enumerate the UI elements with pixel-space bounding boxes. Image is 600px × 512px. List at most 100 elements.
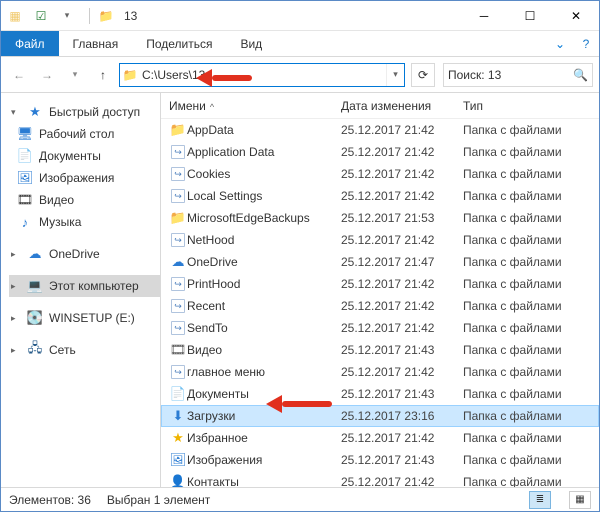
column-date[interactable]: Дата изменения <box>341 99 463 113</box>
file-type: Папка с файлами <box>463 365 599 379</box>
navitem-label: OneDrive <box>49 247 100 261</box>
navitem-pictures[interactable]: 🖼 Изображения <box>9 167 160 189</box>
quick-access-toolbar: ▦ ☑ ▾ 📁 <box>7 8 120 24</box>
file-type: Папка с файлами <box>463 409 599 423</box>
search-placeholder: Поиск: 13 <box>448 68 501 82</box>
column-name[interactable]: Имени^ <box>169 99 341 113</box>
downloads-icon: ⬇ <box>169 408 187 424</box>
file-date: 25.12.2017 21:42 <box>341 431 463 445</box>
tab-share[interactable]: Поделиться <box>132 31 226 56</box>
file-date: 25.12.2017 21:42 <box>341 365 463 379</box>
navitem-quick-access[interactable]: ▾ ★ Быстрый доступ <box>9 101 160 123</box>
documents-icon: 📄 <box>17 148 33 164</box>
address-bar[interactable]: 📁 ▾ <box>119 63 405 87</box>
navitem-desktop[interactable]: 🖥 Рабочий стол <box>9 123 160 145</box>
file-row[interactable]: ★Избранное25.12.2017 21:42Папка с файлам… <box>161 427 599 449</box>
chevron-right-icon[interactable]: ▸ <box>11 249 21 260</box>
file-row[interactable]: ↪Recent25.12.2017 21:42Папка с файлами <box>161 295 599 317</box>
file-name: Видео <box>187 343 341 357</box>
body-split: ▾ ★ Быстрый доступ 🖥 Рабочий стол 📄 Доку… <box>1 93 599 487</box>
address-input[interactable] <box>140 64 386 86</box>
help-icon[interactable]: ? <box>573 31 599 56</box>
file-list-area: Имени^ Дата изменения Тип 📁AppData25.12.… <box>161 93 599 487</box>
minimize-button[interactable]: ─ <box>461 1 507 31</box>
nav-history-dropdown[interactable]: ▾ <box>63 63 87 87</box>
navitem-label: Рабочий стол <box>39 127 114 141</box>
file-name: Recent <box>187 299 341 313</box>
chevron-down-icon[interactable]: ▾ <box>11 107 21 118</box>
ribbon-tabs: Файл Главная Поделиться Вид ⌄ ? <box>1 31 599 57</box>
chevron-right-icon[interactable]: ▸ <box>11 281 21 292</box>
file-row[interactable]: 📁AppData25.12.2017 21:42Папка с файлами <box>161 119 599 141</box>
nav-forward-button[interactable]: → <box>35 63 59 87</box>
view-icons-button[interactable]: ▦ <box>569 491 591 509</box>
navitem-this-pc[interactable]: ▸ 💻 Этот компьютер <box>9 275 160 297</box>
tab-view[interactable]: Вид <box>226 31 276 56</box>
maximize-button[interactable]: ☐ <box>507 1 553 31</box>
file-row[interactable]: ↪SendTo25.12.2017 21:42Папка с файлами <box>161 317 599 339</box>
music-icon: ♪ <box>17 214 33 230</box>
file-type: Папка с файлами <box>463 167 599 181</box>
file-type: Папка с файлами <box>463 211 599 225</box>
file-name: Документы <box>187 387 341 401</box>
file-row[interactable]: ↪Local Settings25.12.2017 21:42Папка с ф… <box>161 185 599 207</box>
nav-back-button[interactable]: ← <box>7 63 31 87</box>
file-name: Local Settings <box>187 189 341 203</box>
refresh-button[interactable]: ⟳ <box>411 63 435 87</box>
tab-file[interactable]: Файл <box>1 31 59 56</box>
navitem-music[interactable]: ♪ Музыка <box>9 211 160 233</box>
contacts-icon: 👤 <box>169 474 187 487</box>
file-row[interactable]: 📁MicrosoftEdgeBackups25.12.2017 21:53Пап… <box>161 207 599 229</box>
file-row[interactable]: ↪NetHood25.12.2017 21:42Папка с файлами <box>161 229 599 251</box>
file-type: Папка с файлами <box>463 343 599 357</box>
chevron-right-icon[interactable]: ▸ <box>11 313 21 324</box>
window-title: 13 <box>124 9 137 23</box>
folder-icon: 📁 <box>169 122 187 138</box>
chevron-right-icon[interactable]: ▸ <box>11 345 21 356</box>
file-row[interactable]: ↪Application Data25.12.2017 21:42Папка с… <box>161 141 599 163</box>
file-row[interactable]: ↪Cookies25.12.2017 21:42Папка с файлами <box>161 163 599 185</box>
address-dropdown-icon[interactable]: ▾ <box>386 64 404 86</box>
file-name: SendTo <box>187 321 341 335</box>
explorer-window: ▦ ☑ ▾ 📁 13 ─ ☐ ✕ Файл Главная Поделиться… <box>0 0 600 512</box>
file-row[interactable]: 👤Контакты25.12.2017 21:42Папка с файлами <box>161 471 599 487</box>
view-details-button[interactable]: ≣ <box>529 491 551 509</box>
search-icon: 🔍 <box>573 68 588 82</box>
quick-access-icon: ★ <box>27 104 43 120</box>
link-icon: ↪ <box>169 166 187 182</box>
nav-up-button[interactable]: ↑ <box>91 63 115 87</box>
file-row[interactable]: ⬇Загрузки25.12.2017 23:16Папка с файлами <box>161 405 599 427</box>
ribbon-expand-icon[interactable]: ⌄ <box>547 31 573 56</box>
column-type[interactable]: Тип <box>463 99 599 113</box>
navitem-videos[interactable]: 🎞 Видео <box>9 189 160 211</box>
this-pc-icon: 💻 <box>27 278 43 294</box>
file-row[interactable]: 🖼Изображения25.12.2017 21:43Папка с файл… <box>161 449 599 471</box>
file-row[interactable]: ↪главное меню25.12.2017 21:42Папка с фай… <box>161 361 599 383</box>
navitem-drive[interactable]: ▸ 💽 WINSETUP (E:) <box>9 307 160 329</box>
file-type: Папка с файлами <box>463 475 599 487</box>
navitem-label: Видео <box>39 193 74 207</box>
qat-properties-icon[interactable]: ☑ <box>33 8 49 24</box>
navitem-documents[interactable]: 📄 Документы <box>9 145 160 167</box>
file-name: главное меню <box>187 365 341 379</box>
file-name: Контакты <box>187 475 341 487</box>
file-row[interactable]: 🎞Видео25.12.2017 21:43Папка с файлами <box>161 339 599 361</box>
file-row[interactable]: ☁OneDrive25.12.2017 21:47Папка с файлами <box>161 251 599 273</box>
network-icon: 🖧 <box>27 342 43 358</box>
file-name: AppData <box>187 123 341 137</box>
file-date: 25.12.2017 21:42 <box>341 123 463 137</box>
file-name: Cookies <box>187 167 341 181</box>
qat-dropdown-icon[interactable]: ▾ <box>59 8 75 24</box>
file-row[interactable]: ↪PrintHood25.12.2017 21:42Папка с файлам… <box>161 273 599 295</box>
close-button[interactable]: ✕ <box>553 1 599 31</box>
link-icon: ↪ <box>169 188 187 204</box>
file-list[interactable]: 📁AppData25.12.2017 21:42Папка с файлами↪… <box>161 119 599 487</box>
link-icon: ↪ <box>169 276 187 292</box>
navitem-onedrive[interactable]: ▸ ☁ OneDrive <box>9 243 160 265</box>
tab-home[interactable]: Главная <box>59 31 133 56</box>
navitem-network[interactable]: ▸ 🖧 Сеть <box>9 339 160 361</box>
navitem-label: Быстрый доступ <box>49 105 140 119</box>
file-row[interactable]: 📄Документы25.12.2017 21:43Папка с файлам… <box>161 383 599 405</box>
file-name: Application Data <box>187 145 341 159</box>
search-box[interactable]: Поиск: 13 🔍 <box>443 63 593 87</box>
